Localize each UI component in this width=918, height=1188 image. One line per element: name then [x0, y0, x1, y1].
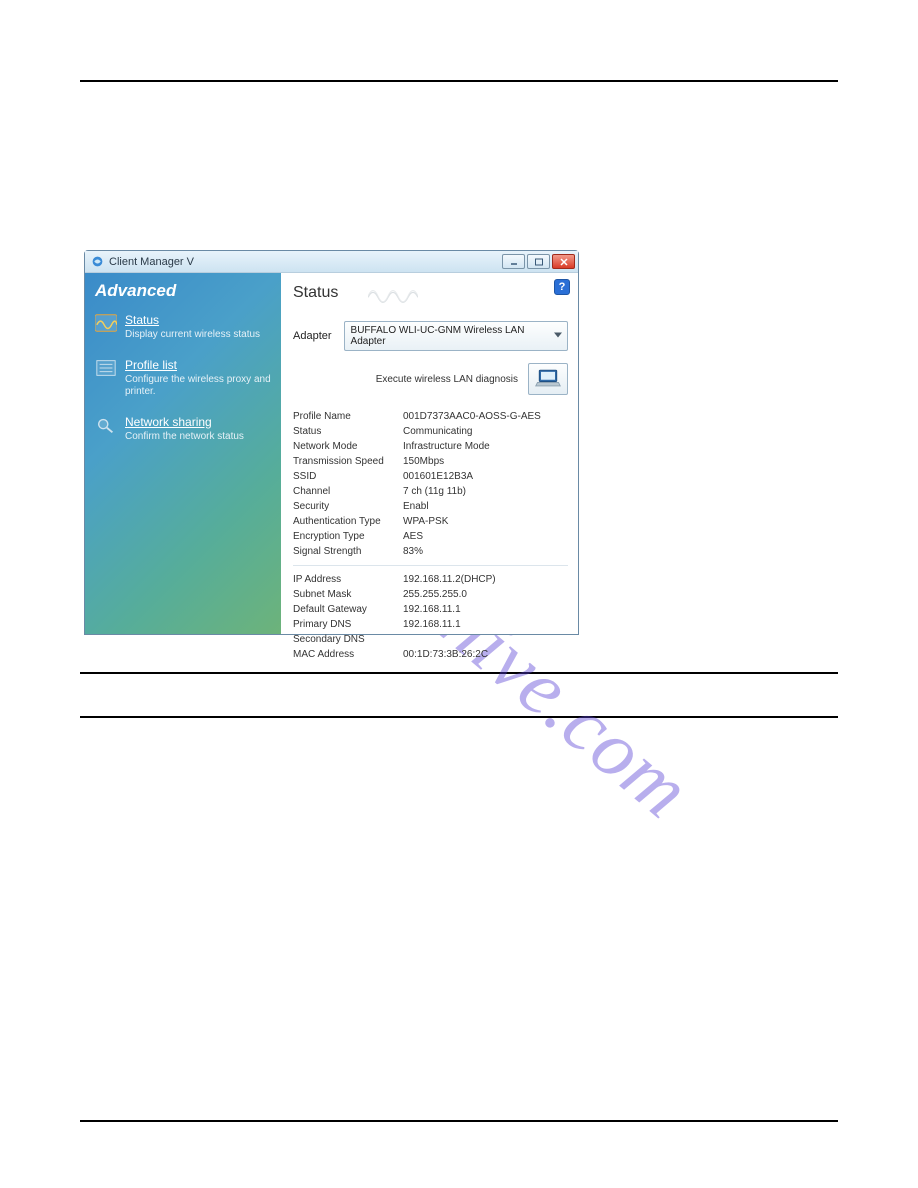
diagnosis-label: Execute wireless LAN diagnosis — [376, 374, 518, 385]
signal-wave-icon — [368, 281, 418, 305]
detail-row: Encryption TypeAES — [293, 529, 568, 544]
detail-key: IP Address — [293, 572, 403, 587]
detail-value: 192.168.11.1 — [403, 617, 568, 632]
sidebar-item-desc: Confirm the network status — [125, 431, 244, 444]
detail-row: SecurityEnabl — [293, 499, 568, 514]
detail-value: 001601E12B3A — [403, 469, 568, 484]
detail-value: Enabl — [403, 499, 568, 514]
detail-row: Channel7 ch (11g 11b) — [293, 484, 568, 499]
detail-row: IP Address192.168.11.2(DHCP) — [293, 572, 568, 587]
detail-row: Secondary DNS — [293, 632, 568, 647]
sidebar-item-label: Network sharing — [125, 415, 244, 429]
detail-key: Secondary DNS — [293, 632, 403, 647]
detail-value: 255.255.255.0 — [403, 587, 568, 602]
detail-key: Authentication Type — [293, 514, 403, 529]
detail-row: StatusCommunicating — [293, 424, 568, 439]
detail-value: 150Mbps — [403, 454, 568, 469]
detail-value: 7 ch (11g 11b) — [403, 484, 568, 499]
sidebar-item-network-sharing[interactable]: Network sharing Confirm the network stat… — [95, 415, 271, 444]
detail-key: Signal Strength — [293, 544, 403, 559]
detail-row: Profile Name001D7373AAC0-AOSS-G-AES — [293, 409, 568, 424]
horizontal-rule — [80, 672, 838, 674]
app-icon — [91, 255, 104, 268]
detail-value — [403, 632, 568, 647]
magnifier-icon — [95, 415, 117, 435]
detail-row: Signal Strength83% — [293, 544, 568, 559]
sidebar-item-desc: Configure the wireless proxy and printer… — [125, 374, 271, 399]
detail-value: 001D7373AAC0-AOSS-G-AES — [403, 409, 568, 424]
divider — [293, 565, 568, 566]
wave-icon — [95, 313, 117, 333]
detail-row: MAC Address00:1D:73:3B:26:2C — [293, 647, 568, 662]
detail-row: Subnet Mask255.255.255.0 — [293, 587, 568, 602]
detail-key: Default Gateway — [293, 602, 403, 617]
horizontal-rule — [80, 80, 838, 82]
content-pane: ? Status Adapter BUFFALO WLI-UC-GNM Wire… — [281, 273, 578, 634]
detail-value: 83% — [403, 544, 568, 559]
detail-key: Status — [293, 424, 403, 439]
detail-key: Network Mode — [293, 439, 403, 454]
window-controls — [502, 254, 575, 269]
close-button[interactable] — [552, 254, 575, 269]
app-window: Client Manager V Advanced — [84, 250, 579, 635]
detail-key: MAC Address — [293, 647, 403, 662]
document-page: manualshive.com Client Manager V — [0, 0, 918, 1188]
sidebar-item-status[interactable]: Status Display current wireless status — [95, 313, 271, 342]
titlebar[interactable]: Client Manager V — [85, 251, 578, 273]
detail-row: Default Gateway192.168.11.1 — [293, 602, 568, 617]
adapter-dropdown[interactable]: BUFFALO WLI-UC-GNM Wireless LAN Adapter — [344, 321, 568, 351]
minimize-button[interactable] — [502, 254, 525, 269]
page-title-text: Status — [293, 284, 338, 302]
detail-row: Authentication TypeWPA-PSK — [293, 514, 568, 529]
chevron-down-icon — [554, 331, 562, 342]
detail-row: Transmission Speed150Mbps — [293, 454, 568, 469]
detail-value: 192.168.11.1 — [403, 602, 568, 617]
horizontal-rule — [80, 1120, 838, 1122]
page-title: Status — [293, 281, 568, 305]
sidebar: Advanced Status Display current wireless… — [85, 273, 281, 634]
execute-diagnosis-button[interactable] — [528, 363, 568, 395]
detail-key: Profile Name — [293, 409, 403, 424]
detail-value: WPA-PSK — [403, 514, 568, 529]
sidebar-item-profile-list[interactable]: Profile list Configure the wireless prox… — [95, 358, 271, 399]
detail-value: 00:1D:73:3B:26:2C — [403, 647, 568, 662]
horizontal-rule — [80, 716, 838, 718]
detail-key: Channel — [293, 484, 403, 499]
sidebar-item-label: Profile list — [125, 358, 271, 372]
sidebar-item-label: Status — [125, 313, 260, 327]
detail-key: Primary DNS — [293, 617, 403, 632]
detail-key: Subnet Mask — [293, 587, 403, 602]
detail-row: SSID001601E12B3A — [293, 469, 568, 484]
detail-key: Security — [293, 499, 403, 514]
help-button[interactable]: ? — [554, 279, 570, 295]
window-title: Client Manager V — [109, 256, 194, 268]
adapter-label: Adapter — [293, 330, 332, 342]
detail-row: Network ModeInfrastructure Mode — [293, 439, 568, 454]
sidebar-heading: Advanced — [95, 281, 271, 301]
detail-key: SSID — [293, 469, 403, 484]
status-details: Profile Name001D7373AAC0-AOSS-G-AESStatu… — [293, 409, 568, 662]
detail-key: Transmission Speed — [293, 454, 403, 469]
detail-value: Infrastructure Mode — [403, 439, 568, 454]
sidebar-item-desc: Display current wireless status — [125, 329, 260, 342]
maximize-button[interactable] — [527, 254, 550, 269]
detail-value: Communicating — [403, 424, 568, 439]
laptop-icon — [534, 367, 562, 392]
list-icon — [95, 358, 117, 378]
detail-value: 192.168.11.2(DHCP) — [403, 572, 568, 587]
detail-value: AES — [403, 529, 568, 544]
adapter-value: BUFFALO WLI-UC-GNM Wireless LAN Adapter — [351, 325, 525, 347]
detail-key: Encryption Type — [293, 529, 403, 544]
detail-row: Primary DNS192.168.11.1 — [293, 617, 568, 632]
